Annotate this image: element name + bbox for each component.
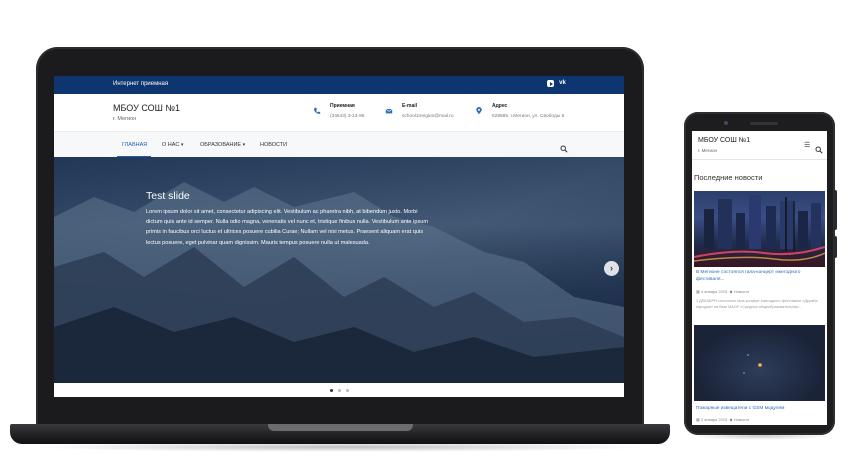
location-icon (474, 107, 484, 117)
vk-icon[interactable]: vk (559, 80, 566, 87)
contact-value: 628685, г.Мегион, ул. Свободы 6 (492, 114, 565, 119)
laptop-notch (268, 424, 413, 431)
contact-label: E-mail (402, 103, 418, 109)
mobile-site-subtitle: г. Мегион (698, 148, 718, 153)
site-subtitle: г. Мегион (113, 116, 137, 122)
phone-camera (724, 121, 728, 125)
slider-dot[interactable] (345, 388, 349, 392)
news-heading: Последние новости (694, 173, 763, 182)
site-title[interactable]: МБОУ СОШ №1 (113, 103, 180, 113)
search-icon[interactable] (560, 140, 568, 153)
news-image[interactable] (694, 325, 825, 401)
chevron-down-icon: ▾ (180, 142, 184, 148)
news-category[interactable]: Новости (734, 289, 749, 294)
news-date: 2 января 2019 (700, 417, 728, 422)
phone-screen: МБОУ СОШ №1 г. Мегион ☰ Последние новост… (692, 131, 827, 425)
nav-item-education[interactable]: ОБРАЗОВАНИЕ ▾ (200, 142, 245, 148)
phone-side-button (834, 190, 837, 230)
nav-item-about[interactable]: О НАС ▾ (162, 142, 183, 148)
slider-dot[interactable] (337, 388, 341, 392)
topbar-link-reception[interactable]: Интернет приемная (113, 81, 168, 87)
youtube-icon[interactable] (547, 80, 554, 87)
phone-icon (312, 107, 322, 117)
header-divider (692, 159, 827, 160)
laptop-shadow (30, 442, 650, 452)
mail-icon (384, 107, 394, 117)
tag-icon: ◆ (729, 417, 733, 422)
slider-dot[interactable] (329, 388, 333, 392)
site-header: МБОУ СОШ №1 г. Мегион Приемная (34643) 3… (54, 94, 624, 131)
news-title-link[interactable]: В Мегионе состоялся гала-концерт ежегодн… (696, 270, 820, 283)
contact-value: (34643) 3-13-96 (330, 114, 365, 119)
news-meta: ▦ 4 января 2019 ◆ Новости (696, 289, 749, 294)
slider-pagination (54, 383, 624, 397)
nav-label: ОБРАЗОВАНИЕ (200, 142, 242, 148)
contact-label: Приемная (330, 103, 355, 109)
mountain-background (54, 182, 624, 383)
menu-icon[interactable]: ☰ (804, 142, 810, 149)
news-meta: ▦ 2 января 2019 ◆ Новости (696, 417, 749, 422)
nav-label: О НАС (162, 142, 180, 148)
news-image[interactable] (694, 191, 825, 267)
main-nav: ГЛАВНАЯ О НАС ▾ ОБРАЗОВАНИЕ ▾ НОВОСТИ (54, 131, 624, 158)
hero-slider: Test slide Lorem ipsum dolor sit amet, c… (54, 157, 624, 383)
news-category[interactable]: Новости (734, 417, 749, 422)
slider-next-button[interactable]: › (604, 261, 619, 276)
phone-speaker (750, 122, 778, 125)
topbar: Интернет приемная vk (54, 76, 624, 94)
mobile-site-title[interactable]: МБОУ СОШ №1 (698, 137, 750, 144)
laptop-screen: Интернет приемная vk МБОУ СОШ №1 г. Меги… (54, 76, 624, 397)
news-excerpt: 1 ДЕКАБРЯ состоялся гала-концерт ежегодн… (696, 299, 818, 309)
calendar-icon: ▦ (696, 417, 700, 422)
phone-shadow (690, 432, 830, 440)
contact-label: Адрес (492, 103, 508, 109)
slide-title: Test slide (146, 190, 190, 202)
news-date: 4 января 2019 (700, 289, 728, 294)
slide-text: Lorem ipsum dolor sit amet, consectetur … (146, 209, 429, 246)
calendar-icon: ▦ (696, 289, 700, 294)
tag-icon: ◆ (729, 289, 733, 294)
nav-item-home[interactable]: ГЛАВНАЯ (122, 142, 147, 148)
chevron-down-icon: ▾ (242, 142, 246, 148)
contact-value[interactable]: school1megion@mail.ru (402, 114, 454, 119)
phone-side-button (834, 236, 837, 258)
search-icon[interactable] (815, 141, 823, 154)
nav-item-news[interactable]: НОВОСТИ (260, 142, 287, 148)
news-title-link[interactable]: Пожарные извещатели с GSM модулем (696, 406, 820, 413)
